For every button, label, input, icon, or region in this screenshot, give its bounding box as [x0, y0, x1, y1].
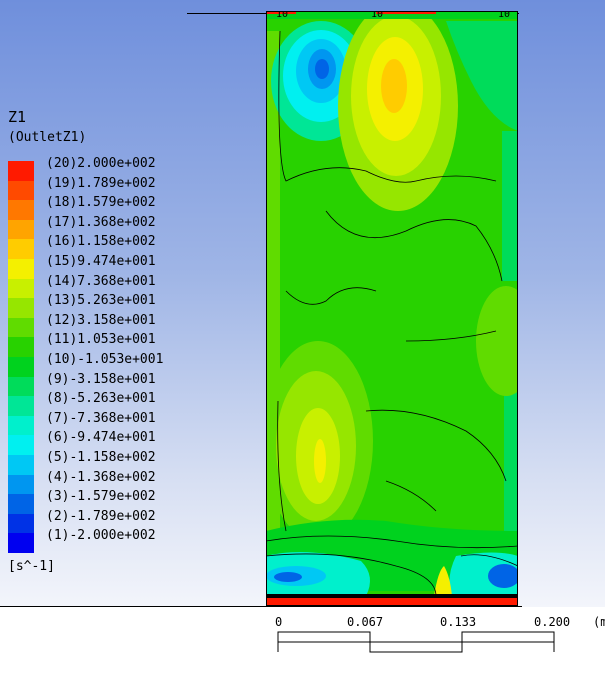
contour-label-top-left: 10 [276, 11, 288, 20]
legend-swatch [8, 239, 34, 259]
bottom-wall-band [266, 597, 518, 606]
legend-swatch [8, 161, 34, 181]
legend-label: (7)-7.368e+001 [46, 410, 156, 426]
legend-swatch [8, 200, 34, 220]
legend-title: Z1 [8, 108, 27, 126]
legend-swatch [8, 278, 34, 299]
vortex-lower-left-core [314, 439, 326, 483]
scale-segments [277, 631, 555, 653]
vortex-upper-left-core [315, 59, 329, 79]
legend-subtitle: (OutletZ1) [8, 130, 87, 145]
legend-swatch [8, 533, 34, 553]
legend-swatch [8, 513, 34, 534]
legend-label: (10)-1.053e+001 [46, 351, 164, 367]
legend-swatch [8, 258, 34, 279]
legend-color-bar [8, 161, 34, 553]
legend-swatch [8, 298, 34, 318]
legend-label: (11)1.053e+001 [46, 332, 156, 348]
legend-label: (13)5.263e+001 [46, 293, 156, 309]
legend-labels: (20)2.000e+002 (19)1.789e+002 (18)1.579e+0… [46, 154, 163, 546]
legend-label: (20)2.000e+002 [46, 156, 156, 171]
legend-label: (15)9.474e+001 [46, 253, 156, 269]
legend-label: (16)1.158e+002 [46, 234, 156, 250]
legend-label: (5)-1.158e+002 [46, 449, 156, 465]
legend-swatch [8, 337, 34, 357]
scale-segment-3 [461, 631, 555, 643]
contour-plot: 10 10 10 [266, 11, 518, 606]
legend-label: (3)-1.579e+002 [46, 489, 156, 505]
legend-swatch [8, 396, 34, 416]
scale-bar: 0 0.067 0.133 0.200 (m [265, 610, 605, 670]
legend-swatch [8, 454, 34, 475]
legend-swatch [8, 376, 34, 397]
scale-segment-2 [369, 641, 463, 653]
legend-label: (4)-1.368e+002 [46, 469, 156, 485]
legend-label: (18)1.579e+002 [46, 195, 156, 211]
legend-swatch [8, 180, 34, 201]
scale-segment-1 [277, 631, 371, 643]
legend-swatch [8, 435, 34, 455]
legend-swatch [8, 474, 34, 495]
legend-label: (14)7.368e+001 [46, 273, 156, 289]
legend-swatch [8, 317, 34, 338]
legend-label: (2)-1.789e+002 [46, 508, 156, 524]
bottom-wall-dark [266, 594, 518, 598]
legend-swatch [8, 219, 34, 240]
legend-label: (6)-9.474e+001 [46, 430, 156, 446]
contour-label-top-center: 10 [371, 11, 383, 20]
legend-label: (17)1.368e+002 [46, 214, 156, 230]
legend-label: (8)-5.263e+001 [46, 391, 156, 407]
legend-units: [s^-1] [8, 559, 55, 574]
legend-swatch [8, 356, 34, 377]
vortex-upper-center-core [381, 59, 407, 113]
legend-label: (12)3.158e+001 [46, 312, 156, 328]
contour-label-top-right: 10 [498, 11, 510, 20]
legend-label: (9)-3.158e+001 [46, 371, 156, 387]
right-wall-band [502, 131, 518, 281]
legend-label: (19)1.789e+002 [46, 175, 156, 191]
legend-swatch [8, 415, 34, 436]
graphics-viewport[interactable]: Z1 (OutletZ1) (20)2.000e+002 (19)1.789e+0… [0, 0, 605, 607]
legend-swatch [8, 494, 34, 514]
vortex-lower-left-blue-core [274, 572, 302, 582]
legend-label: (1)-2.000e+002 [46, 528, 156, 544]
